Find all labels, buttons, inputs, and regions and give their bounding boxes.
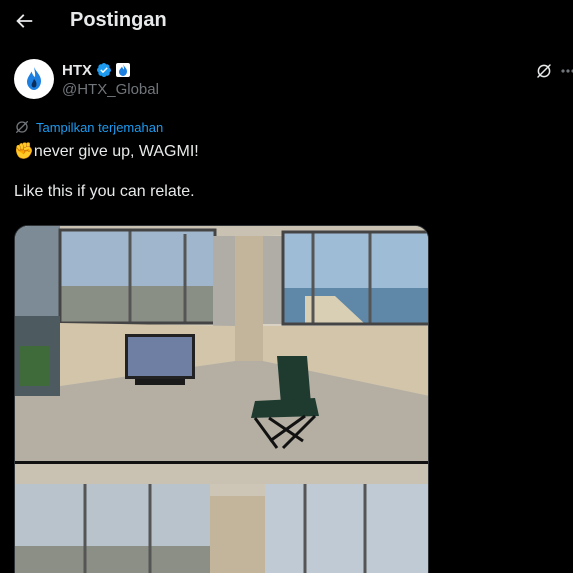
tweet-text: ✊never give up, WAGMI! Like this if you … <box>14 143 199 200</box>
author-name-row: HTX <box>62 61 130 79</box>
verified-badge-icon <box>97 62 112 78</box>
tweet-image[interactable] <box>14 225 429 573</box>
apartment-photo <box>15 226 428 573</box>
page-title: Postingan <box>70 9 167 31</box>
grok-icon[interactable] <box>535 62 553 80</box>
htx-small-flame-icon <box>119 64 127 76</box>
back-arrow-icon[interactable] <box>13 10 35 32</box>
author-handle[interactable]: @HTX_Global <box>62 81 159 98</box>
htx-logo-icon <box>27 67 41 90</box>
more-dots-icon[interactable] <box>561 62 573 80</box>
translate-row: Tampilkan terjemahan <box>14 119 163 135</box>
show-translation-link[interactable]: Tampilkan terjemahan <box>36 120 163 135</box>
htx-affiliate-badge-icon[interactable] <box>116 63 130 77</box>
post-header: Postingan <box>0 0 573 44</box>
author-display-name[interactable]: HTX <box>62 62 92 79</box>
translate-globe-icon <box>16 121 28 133</box>
avatar[interactable] <box>14 59 54 99</box>
